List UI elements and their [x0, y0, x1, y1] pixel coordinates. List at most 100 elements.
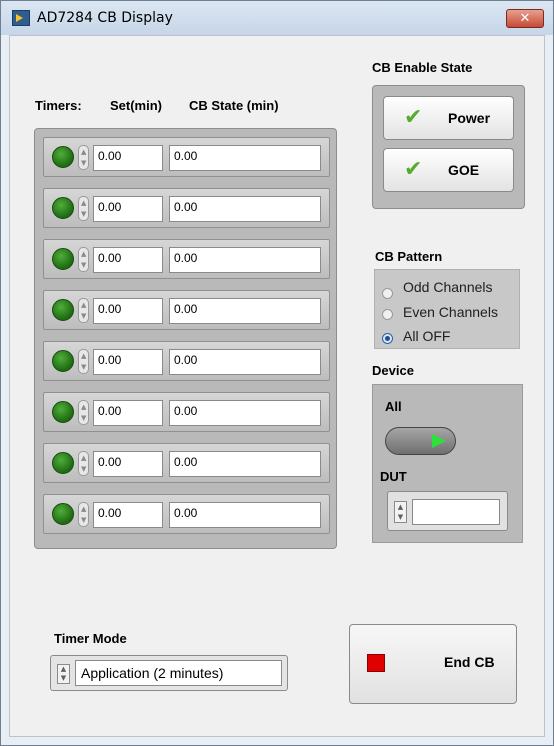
timer-row: ▲ ▼ 0.00 0.00: [43, 239, 330, 279]
set-min-stepper[interactable]: ▲ ▼: [78, 145, 89, 170]
timer-led-indicator: [52, 299, 74, 321]
timer-row: ▲ ▼ 0.00 0.00: [43, 341, 330, 381]
set-min-stepper[interactable]: ▲ ▼: [78, 451, 89, 476]
timer-led-indicator: [52, 146, 74, 168]
increment-arrow-icon[interactable]: ▲: [61, 665, 66, 673]
increment-arrow-icon[interactable]: ▲: [398, 503, 403, 511]
cb-state-field: 0.00: [169, 196, 321, 222]
set-min-field[interactable]: 0.00: [93, 502, 163, 528]
set-min-stepper[interactable]: ▲ ▼: [78, 298, 89, 323]
device-label: Device: [372, 363, 414, 378]
cb-state-field: 0.00: [169, 298, 321, 324]
set-min-field[interactable]: 0.00: [93, 145, 163, 171]
increment-arrow-icon[interactable]: ▲: [81, 199, 86, 207]
set-min-field[interactable]: 0.00: [93, 451, 163, 477]
close-button[interactable]: ✕: [506, 9, 544, 28]
radio-odd-channels-label[interactable]: Odd Channels: [403, 279, 493, 295]
increment-arrow-icon[interactable]: ▲: [81, 250, 86, 258]
set-min-field[interactable]: 0.00: [93, 298, 163, 324]
title-bar: AD7284 CB Display ✕: [1, 1, 553, 35]
decrement-arrow-icon[interactable]: ▼: [81, 210, 86, 218]
timer-row: ▲ ▼ 0.00 0.00: [43, 290, 330, 330]
timer-mode-label: Timer Mode: [54, 631, 127, 646]
cb-state-field: 0.00: [169, 502, 321, 528]
timer-led-indicator: [52, 197, 74, 219]
decrement-arrow-icon[interactable]: ▼: [61, 674, 66, 682]
increment-arrow-icon[interactable]: ▲: [81, 403, 86, 411]
radio-all-off[interactable]: [382, 333, 393, 344]
cb-state-field: 0.00: [169, 247, 321, 273]
decrement-arrow-icon[interactable]: ▼: [81, 414, 86, 422]
set-min-stepper[interactable]: ▲ ▼: [78, 349, 89, 374]
stop-square-icon: [367, 654, 385, 672]
timer-row: ▲ ▼ 0.00 0.00: [43, 137, 330, 177]
timer-row: ▲ ▼ 0.00 0.00: [43, 494, 330, 534]
end-cb-label: End CB: [444, 654, 495, 670]
decrement-arrow-icon[interactable]: ▼: [81, 159, 86, 167]
set-min-field[interactable]: 0.00: [93, 247, 163, 273]
goe-button-label: GOE: [448, 162, 480, 178]
cb-state-field: 0.00: [169, 349, 321, 375]
increment-arrow-icon[interactable]: ▲: [81, 505, 86, 513]
timer-mode-stepper[interactable]: ▲ ▼: [57, 664, 70, 684]
goe-button[interactable]: ✔ GOE: [383, 148, 514, 192]
timer-led-indicator: [52, 452, 74, 474]
timer-row: ▲ ▼ 0.00 0.00: [43, 188, 330, 228]
set-min-field[interactable]: 0.00: [93, 349, 163, 375]
decrement-arrow-icon[interactable]: ▼: [81, 516, 86, 524]
increment-arrow-icon[interactable]: ▲: [81, 352, 86, 360]
cb-pattern-label: CB Pattern: [375, 249, 443, 264]
timers-array: ▲ ▼ 0.00 0.00 ▲ ▼ 0.00 0.00 ▲ ▼ 0.00 0.00 ▲…: [34, 128, 337, 549]
checkmark-icon: ✔: [404, 105, 423, 130]
power-button-label: Power: [448, 110, 491, 126]
set-min-stepper[interactable]: ▲ ▼: [78, 400, 89, 425]
set-min-stepper[interactable]: ▲ ▼: [78, 502, 89, 527]
decrement-arrow-icon[interactable]: ▼: [81, 312, 86, 320]
set-min-stepper[interactable]: ▲ ▼: [78, 196, 89, 221]
labview-app-icon: [12, 10, 30, 26]
radio-all-off-label[interactable]: All OFF: [403, 328, 450, 344]
all-label: All: [385, 399, 402, 414]
dut-label: DUT: [380, 469, 407, 484]
timer-led-indicator: [52, 248, 74, 270]
timer-mode-ring: ▲ ▼ Application (2 minutes): [50, 655, 288, 691]
cb-state-field: 0.00: [169, 145, 321, 171]
cb-state-header: CB State (min): [189, 98, 279, 113]
end-cb-button[interactable]: End CB: [349, 624, 517, 704]
dut-input[interactable]: [412, 499, 500, 525]
set-min-header: Set(min): [110, 98, 162, 113]
timer-led-indicator: [52, 503, 74, 525]
decrement-arrow-icon[interactable]: ▼: [81, 363, 86, 371]
all-toggle-switch[interactable]: [385, 427, 456, 455]
increment-arrow-icon[interactable]: ▲: [81, 148, 86, 156]
device-cluster: All DUT ▲ ▼: [372, 384, 523, 543]
timer-led-indicator: [52, 350, 74, 372]
set-min-stepper[interactable]: ▲ ▼: [78, 247, 89, 272]
radio-odd-channels[interactable]: [382, 288, 393, 299]
increment-arrow-icon[interactable]: ▲: [81, 454, 86, 462]
timers-label: Timers:: [35, 98, 82, 113]
cb-enable-state-label: CB Enable State: [372, 60, 473, 75]
dut-stepper[interactable]: ▲ ▼: [394, 501, 407, 523]
cb-enable-cluster: ✔ Power ✔ GOE: [372, 85, 525, 209]
cb-pattern-radio-group: Odd Channels Even Channels All OFF: [374, 269, 520, 349]
checkmark-icon: ✔: [404, 157, 423, 182]
timer-mode-value[interactable]: Application (2 minutes): [75, 660, 282, 686]
increment-arrow-icon[interactable]: ▲: [81, 301, 86, 309]
decrement-arrow-icon[interactable]: ▼: [398, 513, 403, 521]
app-window: AD7284 CB Display ✕ Timers: Set(min) CB …: [0, 0, 554, 746]
radio-even-channels-label[interactable]: Even Channels: [403, 304, 498, 320]
timer-row: ▲ ▼ 0.00 0.00: [43, 392, 330, 432]
play-arrow-icon: [432, 434, 446, 448]
cb-state-field: 0.00: [169, 400, 321, 426]
decrement-arrow-icon[interactable]: ▼: [81, 465, 86, 473]
power-button[interactable]: ✔ Power: [383, 96, 514, 140]
decrement-arrow-icon[interactable]: ▼: [81, 261, 86, 269]
set-min-field[interactable]: 0.00: [93, 400, 163, 426]
window-title: AD7284 CB Display: [37, 10, 173, 26]
timer-row: ▲ ▼ 0.00 0.00: [43, 443, 330, 483]
set-min-field[interactable]: 0.00: [93, 196, 163, 222]
cb-state-field: 0.00: [169, 451, 321, 477]
radio-even-channels[interactable]: [382, 309, 393, 320]
dut-control: ▲ ▼: [387, 491, 508, 531]
